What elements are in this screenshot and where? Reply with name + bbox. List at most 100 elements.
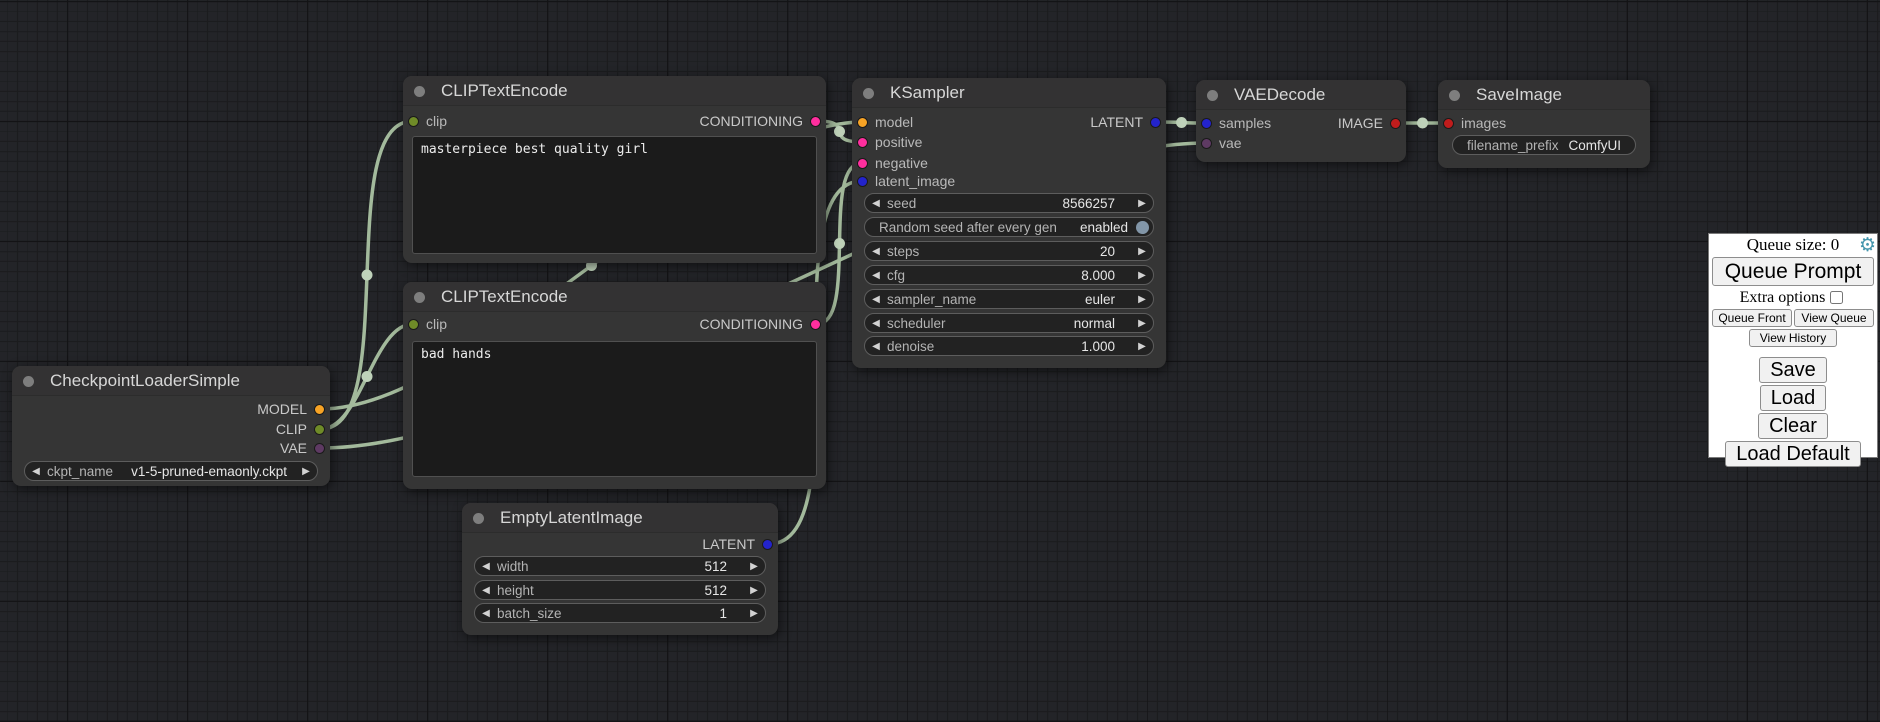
latent-output-port[interactable] (1150, 117, 1161, 128)
clip-input-port[interactable] (408, 116, 419, 127)
load-button[interactable]: Load (1760, 385, 1827, 411)
collapse-dot-icon[interactable] (863, 88, 874, 99)
node-title: VAEDecode (1234, 85, 1325, 104)
view-queue-button[interactable]: View Queue (1794, 309, 1874, 327)
increment-arrow-icon[interactable]: ▶ (1131, 270, 1153, 281)
increment-arrow-icon[interactable]: ▶ (1131, 294, 1153, 305)
widget-height[interactable]: ◀ height 512 ▶ (474, 580, 766, 600)
collapse-dot-icon[interactable] (1207, 90, 1218, 101)
image-input-port[interactable] (1443, 118, 1454, 129)
widget-batch-size[interactable]: ◀ batch_size 1 ▶ (474, 603, 766, 623)
node-title-bar[interactable]: CLIPTextEncode (403, 282, 826, 312)
node-clip-text-encode-positive[interactable]: CLIPTextEncode clip CONDITIONING masterp… (403, 76, 826, 263)
collapse-dot-icon[interactable] (414, 86, 425, 97)
node-empty-latent-image[interactable]: EmptyLatentImage LATENT ◀ width 512 ▶ ◀ … (462, 503, 778, 635)
widget-seed[interactable]: ◀ seed 8566257 ▶ (864, 193, 1154, 213)
widget-random-seed-toggle[interactable]: Random seed after every gen enabled (864, 217, 1154, 237)
output-slot-conditioning: CONDITIONING (700, 315, 821, 333)
vae-output-port[interactable] (314, 443, 325, 454)
gear-icon[interactable]: ⚙ (1859, 235, 1876, 255)
node-title-bar[interactable]: CLIPTextEncode (403, 76, 826, 106)
decrement-arrow-icon[interactable]: ◀ (475, 561, 497, 572)
collapse-dot-icon[interactable] (473, 513, 484, 524)
increment-arrow-icon[interactable]: ▶ (295, 466, 317, 477)
widget-scheduler[interactable]: ◀ scheduler normal ▶ (864, 313, 1154, 333)
decrement-arrow-icon[interactable]: ◀ (865, 318, 887, 329)
queue-panel: Queue size: 0 ⚙ Queue Prompt Extra optio… (1708, 233, 1878, 458)
widget-sampler-name[interactable]: ◀ sampler_name euler ▶ (864, 289, 1154, 309)
conditioning-output-port[interactable] (810, 319, 821, 330)
widget-denoise[interactable]: ◀ denoise 1.000 ▶ (864, 336, 1154, 356)
queue-prompt-button[interactable]: Queue Prompt (1712, 257, 1874, 286)
node-checkpoint-loader-simple[interactable]: CheckpointLoaderSimple MODEL CLIP VAE ◀ … (12, 366, 330, 486)
image-output-port[interactable] (1390, 118, 1401, 129)
conditioning-input-port[interactable] (857, 158, 868, 169)
node-save-image[interactable]: SaveImage images filename_prefix ComfyUI (1438, 80, 1650, 168)
extra-options-checkbox[interactable] (1830, 291, 1843, 304)
load-default-button[interactable]: Load Default (1725, 441, 1860, 467)
widget-cfg[interactable]: ◀ cfg 8.000 ▶ (864, 265, 1154, 285)
input-slot-latent-image: latent_image (857, 172, 955, 190)
collapse-dot-icon[interactable] (1449, 90, 1460, 101)
node-title-bar[interactable]: EmptyLatentImage (462, 503, 778, 533)
node-title-bar[interactable]: SaveImage (1438, 80, 1650, 110)
widget-label: ckpt_name (47, 464, 131, 479)
widget-value: euler (1085, 292, 1115, 307)
node-vae-decode[interactable]: VAEDecode samples IMAGE vae (1196, 80, 1406, 162)
decrement-arrow-icon[interactable]: ◀ (475, 608, 497, 619)
increment-arrow-icon[interactable]: ▶ (1131, 341, 1153, 352)
increment-arrow-icon[interactable]: ▶ (1131, 246, 1153, 257)
toggle-dot-icon[interactable] (1136, 221, 1149, 234)
clear-button[interactable]: Clear (1758, 413, 1828, 439)
output-slot-latent: LATENT (1090, 113, 1161, 131)
clip-input-port[interactable] (408, 319, 419, 330)
widget-label: scheduler (887, 316, 1074, 331)
decrement-arrow-icon[interactable]: ◀ (475, 585, 497, 596)
save-button[interactable]: Save (1759, 357, 1827, 383)
node-ksampler[interactable]: KSampler model LATENT positive negative … (852, 78, 1166, 368)
extra-options-label: Extra options (1740, 289, 1826, 306)
negative-prompt-textarea[interactable]: bad hands (412, 341, 817, 477)
output-label: CONDITIONING (700, 113, 803, 129)
latent-input-port[interactable] (1201, 118, 1212, 129)
view-history-button[interactable]: View History (1749, 329, 1837, 347)
increment-arrow-icon[interactable]: ▶ (1131, 198, 1153, 209)
input-slot-positive: positive (857, 133, 922, 151)
comfyui-canvas[interactable]: { "canvas": { "wire_color": "#a3ba9c", "… (0, 0, 1880, 722)
node-clip-text-encode-negative[interactable]: CLIPTextEncode clip CONDITIONING bad han… (403, 282, 826, 489)
widget-label: sampler_name (887, 292, 1085, 307)
decrement-arrow-icon[interactable]: ◀ (865, 341, 887, 352)
vae-input-port[interactable] (1201, 138, 1212, 149)
node-title: EmptyLatentImage (500, 508, 643, 527)
model-output-port[interactable] (314, 404, 325, 415)
decrement-arrow-icon[interactable]: ◀ (25, 466, 47, 477)
collapse-dot-icon[interactable] (23, 376, 34, 387)
widget-filename-prefix[interactable]: filename_prefix ComfyUI (1452, 135, 1636, 155)
node-title-bar[interactable]: CheckpointLoaderSimple (12, 366, 330, 396)
conditioning-input-port[interactable] (857, 137, 868, 148)
widget-value: 8566257 (1062, 196, 1115, 211)
widget-ckpt-name[interactable]: ◀ ckpt_name v1-5-pruned-emaonly.ckpt ▶ (24, 461, 318, 481)
latent-output-port[interactable] (762, 539, 773, 550)
widget-width[interactable]: ◀ width 512 ▶ (474, 556, 766, 576)
conditioning-output-port[interactable] (810, 116, 821, 127)
decrement-arrow-icon[interactable]: ◀ (865, 198, 887, 209)
decrement-arrow-icon[interactable]: ◀ (865, 246, 887, 257)
increment-arrow-icon[interactable]: ▶ (1131, 318, 1153, 329)
increment-arrow-icon[interactable]: ▶ (743, 608, 765, 619)
queue-front-button[interactable]: Queue Front (1712, 309, 1792, 327)
decrement-arrow-icon[interactable]: ◀ (865, 270, 887, 281)
latent-input-port[interactable] (857, 176, 868, 187)
clip-output-port[interactable] (314, 424, 325, 435)
increment-arrow-icon[interactable]: ▶ (743, 585, 765, 596)
node-title-bar[interactable]: KSampler (852, 78, 1166, 108)
decrement-arrow-icon[interactable]: ◀ (865, 294, 887, 305)
increment-arrow-icon[interactable]: ▶ (743, 561, 765, 572)
node-title-bar[interactable]: VAEDecode (1196, 80, 1406, 110)
collapse-dot-icon[interactable] (414, 292, 425, 303)
model-input-port[interactable] (857, 117, 868, 128)
prompt-textarea[interactable]: masterpiece best quality girl (412, 136, 817, 254)
widget-steps[interactable]: ◀ steps 20 ▶ (864, 241, 1154, 261)
widget-label: filename_prefix (1453, 138, 1568, 153)
widget-value: 512 (704, 583, 727, 598)
